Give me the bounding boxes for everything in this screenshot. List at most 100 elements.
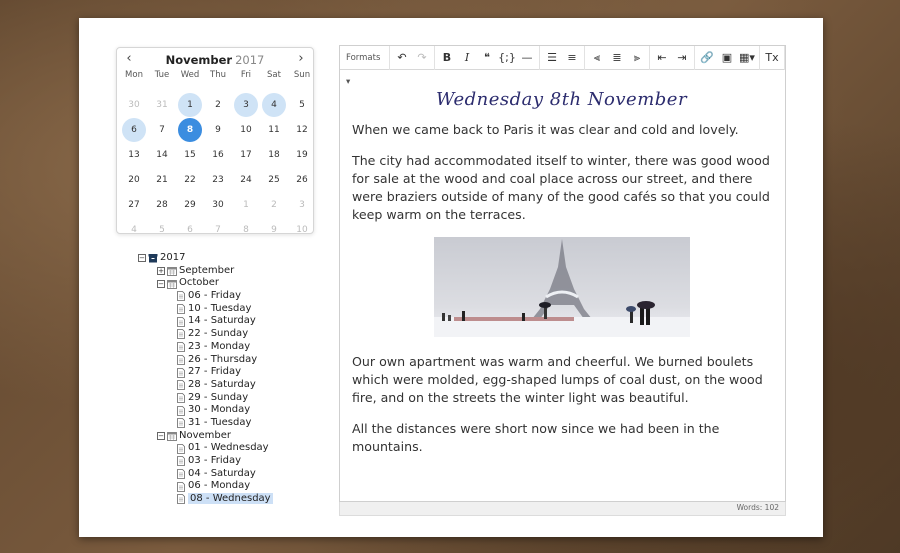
align-right-icon[interactable]: ⫸ [627, 48, 647, 68]
bold-icon[interactable]: B [437, 48, 457, 68]
toolbar-group: ⇤ ⇥ [650, 45, 695, 70]
calendar-title[interactable]: November 2017 [117, 53, 313, 67]
calendar-day[interactable]: 8 [232, 218, 260, 243]
tree-entry-item[interactable]: 08 - Wednesday [138, 493, 273, 506]
calendar-day[interactable]: 6 [120, 118, 148, 143]
calendar-day-selected[interactable]: 8 [176, 118, 204, 143]
tree-entry-item[interactable]: 26 - Thursday [138, 354, 273, 367]
journal-tree: − 2017 + September − October 06 - Friday 10 - T… [138, 252, 273, 506]
tree-entry-item[interactable]: 28 - Saturday [138, 379, 273, 392]
tree-folder-item[interactable]: − October [138, 277, 273, 290]
formats-dropdown[interactable]: Formats ▾ [340, 45, 390, 87]
calendar-day[interactable]: 30 [204, 193, 232, 218]
calendar-day[interactable]: 28 [148, 193, 176, 218]
calendar-day[interactable]: 22 [176, 168, 204, 193]
editor-content[interactable]: Wednesday 8th November When we came back… [352, 76, 771, 469]
calendar-day[interactable]: 5 [288, 93, 316, 118]
calendar-day[interactable]: 10 [288, 218, 316, 243]
tree-entry-item[interactable]: 29 - Sunday [138, 392, 273, 405]
clear-format-icon[interactable]: Tx [762, 48, 782, 68]
calendar-day[interactable]: 7 [204, 218, 232, 243]
tree-entry-item[interactable]: 23 - Monday [138, 341, 273, 354]
tree-folder-item[interactable]: − 2017 [138, 252, 273, 265]
italic-icon[interactable]: I [457, 48, 477, 68]
calendar-day[interactable]: 10 [232, 118, 260, 143]
expand-icon[interactable]: + [157, 267, 165, 276]
redo-icon[interactable]: ↷ [412, 48, 432, 68]
tree-entry-item[interactable]: 31 - Tuesday [138, 417, 273, 430]
undo-icon[interactable]: ↶ [392, 48, 412, 68]
calendar-day[interactable]: 21 [148, 168, 176, 193]
calendar-day[interactable]: 16 [204, 143, 232, 168]
calendar-day[interactable]: 9 [204, 118, 232, 143]
tree-folder-item[interactable]: − November [138, 430, 273, 443]
calendar-day[interactable]: 17 [232, 143, 260, 168]
calendar-day-number: 26 [296, 175, 308, 185]
calendar-day[interactable]: 4 [120, 218, 148, 243]
image-icon[interactable]: ▣ [717, 48, 737, 68]
calendar-day[interactable]: 29 [176, 193, 204, 218]
calendar-day-number: 3 [299, 200, 305, 210]
tree-entry-item[interactable]: 01 - Wednesday [138, 442, 273, 455]
calendar-day[interactable]: 13 [120, 143, 148, 168]
calendar-day[interactable]: 18 [260, 143, 288, 168]
indent-icon[interactable]: ⇥ [672, 48, 692, 68]
calendar-day[interactable]: 2 [260, 193, 288, 218]
calendar-day[interactable]: 25 [260, 168, 288, 193]
weekday-header: Thu [210, 70, 226, 80]
document-icon [176, 367, 188, 379]
calendar-day[interactable]: 9 [260, 218, 288, 243]
align-center-icon[interactable]: ≣ [607, 48, 627, 68]
calendar-day[interactable]: 3 [288, 193, 316, 218]
calendar-day[interactable]: 24 [232, 168, 260, 193]
calendar-day[interactable]: 1 [176, 93, 204, 118]
calendar-day[interactable]: 3 [232, 93, 260, 118]
outdent-icon[interactable]: ⇤ [652, 48, 672, 68]
tree-folder-item[interactable]: + September [138, 265, 273, 278]
calendar-day[interactable]: 2 [204, 93, 232, 118]
tree-entry-item[interactable]: 06 - Friday [138, 290, 273, 303]
link-icon[interactable]: 🔗 [697, 48, 717, 68]
code-icon[interactable]: {;} [497, 48, 517, 68]
calendar-day[interactable]: 5 [148, 218, 176, 243]
calendar-day[interactable]: 4 [260, 93, 288, 118]
collapse-icon[interactable]: − [138, 254, 146, 263]
calendar-day[interactable]: 14 [148, 143, 176, 168]
calendar-day-number: 1 [243, 200, 249, 210]
tree-entry-item[interactable]: 03 - Friday [138, 455, 273, 468]
document-icon [176, 418, 188, 429]
calendar-day[interactable]: 27 [120, 193, 148, 218]
chevron-right-icon[interactable]: › [293, 52, 309, 68]
bullet-list-icon[interactable]: ☰ [542, 48, 562, 68]
numbered-list-icon[interactable]: ≡ [562, 48, 582, 68]
document-icon [176, 481, 188, 493]
calendar-day[interactable]: 15 [176, 143, 204, 168]
tree-entry-item[interactable]: 10 - Tuesday [138, 303, 273, 316]
blockquote-icon[interactable]: ❝ [477, 48, 497, 68]
calendar-day-number: 9 [271, 225, 277, 235]
calendar-day[interactable]: 20 [120, 168, 148, 193]
collapse-icon[interactable]: − [157, 279, 165, 288]
tree-entry-item[interactable]: 30 - Monday [138, 404, 273, 417]
align-left-icon[interactable]: ⫷ [587, 48, 607, 68]
horizontal-rule-icon[interactable]: — [517, 48, 537, 68]
calendar-day[interactable]: 1 [232, 193, 260, 218]
table-icon[interactable]: ▦▾ [737, 48, 757, 68]
calendar-day[interactable]: 31 [148, 93, 176, 118]
calendar-day[interactable]: 19 [288, 143, 316, 168]
tree-entry-item[interactable]: 06 - Monday [138, 480, 273, 493]
toolbar-group: ☰ ≡ [540, 45, 585, 70]
calendar-day[interactable]: 12 [288, 118, 316, 143]
tree-entry-item[interactable]: 27 - Friday [138, 366, 273, 379]
calendar-day[interactable]: 30 [120, 93, 148, 118]
calendar-day[interactable]: 11 [260, 118, 288, 143]
calendar-day[interactable]: 26 [288, 168, 316, 193]
tree-entry-item[interactable]: 22 - Sunday [138, 328, 273, 341]
tree-entry-item[interactable]: 14 - Saturday [138, 315, 273, 328]
calendar-day[interactable]: 7 [148, 118, 176, 143]
tree-entry-item[interactable]: 04 - Saturday [138, 468, 273, 481]
editor-toolbar: Formats ▾ ↶ ↷ B I ❝ {;} — ☰ ≡ ⫷ ≣ ⫸ ⇤ ⇥ 🔗 ▣ ▦▾ Tx [340, 45, 785, 87]
collapse-icon[interactable]: − [157, 431, 165, 440]
calendar-day[interactable]: 6 [176, 218, 204, 243]
calendar-day[interactable]: 23 [204, 168, 232, 193]
